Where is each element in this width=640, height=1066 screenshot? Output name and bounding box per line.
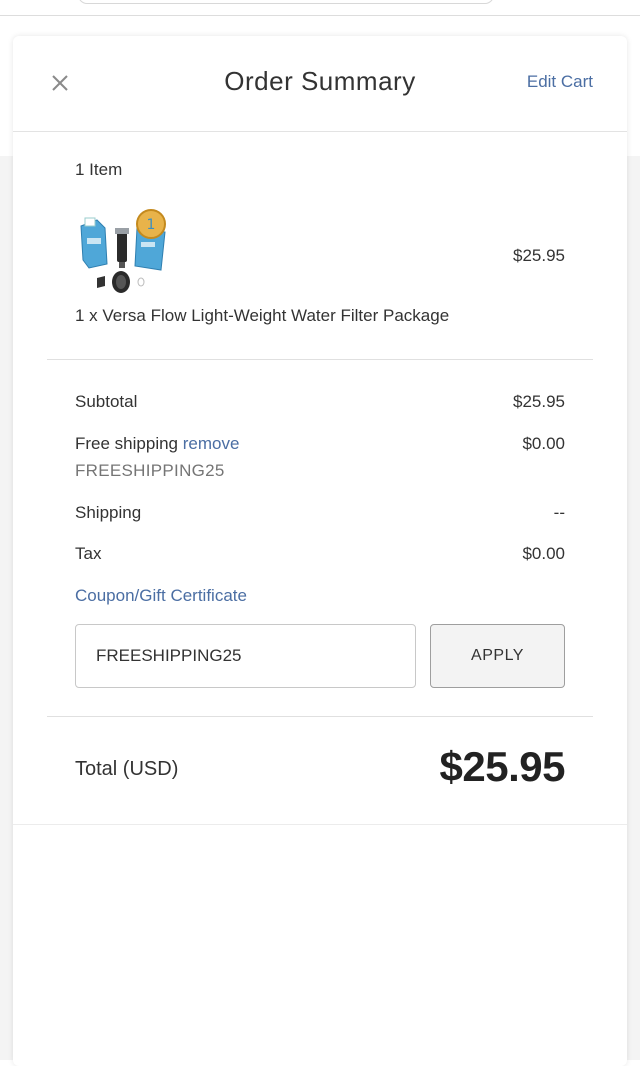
water-filter-package-icon: 1	[80, 209, 166, 293]
divider	[47, 359, 593, 360]
browser-top-bar	[0, 0, 640, 16]
order-summary-header: Order Summary Edit Cart	[13, 36, 627, 132]
total-value: $25.95	[439, 743, 566, 790]
item-count: 1 Item	[75, 160, 123, 179]
edit-cart-link[interactable]: Edit Cart	[527, 72, 593, 92]
applied-coupon-code: FREESHIPPING25	[75, 461, 225, 480]
tax-value: $0.00	[522, 544, 565, 563]
product-name: 1 x Versa Flow Light-Weight Water Filter…	[75, 306, 450, 325]
free-shipping-value: $0.00	[522, 434, 565, 453]
coupon-code-input[interactable]	[75, 624, 416, 688]
product-thumbnail: 1	[75, 208, 175, 300]
coupon-gift-certificate-link[interactable]: Coupon/Gift Certificate	[75, 586, 247, 606]
subtotal-label: Subtotal	[75, 392, 138, 411]
address-bar[interactable]	[78, 0, 494, 4]
shipping-value: --	[553, 503, 565, 522]
apply-coupon-button[interactable]: APPLY	[430, 624, 565, 688]
divider	[47, 716, 593, 717]
tax-label: Tax	[75, 544, 102, 563]
remove-coupon-link[interactable]: remove	[183, 434, 240, 453]
free-shipping-label: Free shipping	[75, 434, 179, 453]
shipping-label: Shipping	[75, 503, 142, 522]
product-price: $25.95	[513, 246, 565, 265]
svg-text:1: 1	[147, 217, 156, 233]
subtotal-value: $25.95	[513, 392, 565, 411]
total-label: Total (USD)	[75, 758, 179, 780]
panel-bottom-edge	[13, 824, 627, 825]
order-summary-panel: Order Summary Edit Cart 1 Item 1 $25.95 …	[13, 36, 627, 1066]
free-shipping-row: Free shipping remove	[75, 434, 239, 454]
